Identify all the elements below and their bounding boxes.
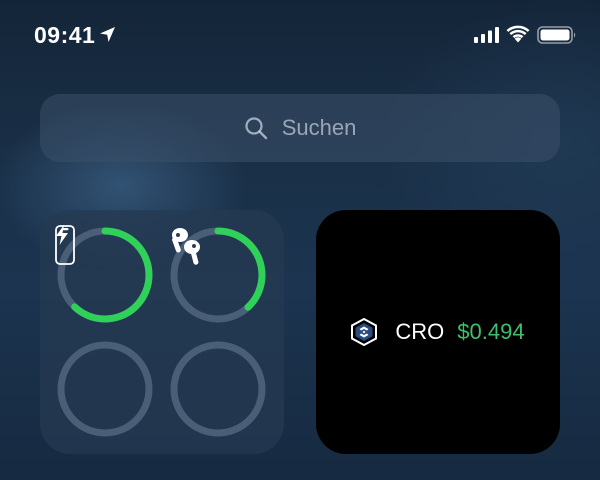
battery-ring-empty	[168, 339, 268, 439]
cellular-signal-icon	[474, 27, 499, 43]
battery-ring-iphone	[55, 225, 155, 325]
crypto-price-widget[interactable]: CRO $0.494	[316, 210, 560, 454]
crypto-price: $0.494	[457, 319, 525, 344]
batteries-widget[interactable]	[40, 210, 284, 454]
status-time: 09:41	[34, 22, 96, 48]
location-arrow-icon	[100, 27, 115, 42]
search-bar[interactable]: Suchen	[40, 94, 560, 162]
airpods-icon	[172, 228, 200, 265]
cro-logo-icon	[351, 318, 378, 346]
wifi-icon	[506, 25, 530, 43]
battery-ring-empty	[55, 339, 155, 439]
battery-icon	[537, 26, 576, 44]
battery-ring-airpods	[168, 225, 268, 325]
iphone-icon	[55, 225, 75, 265]
crypto-ticker: CRO	[395, 319, 445, 344]
search-placeholder: Suchen	[281, 115, 357, 140]
crypto-row: CRO $0.494	[351, 318, 525, 346]
search-icon	[245, 117, 267, 140]
status-bar: 09:41	[0, 0, 600, 70]
